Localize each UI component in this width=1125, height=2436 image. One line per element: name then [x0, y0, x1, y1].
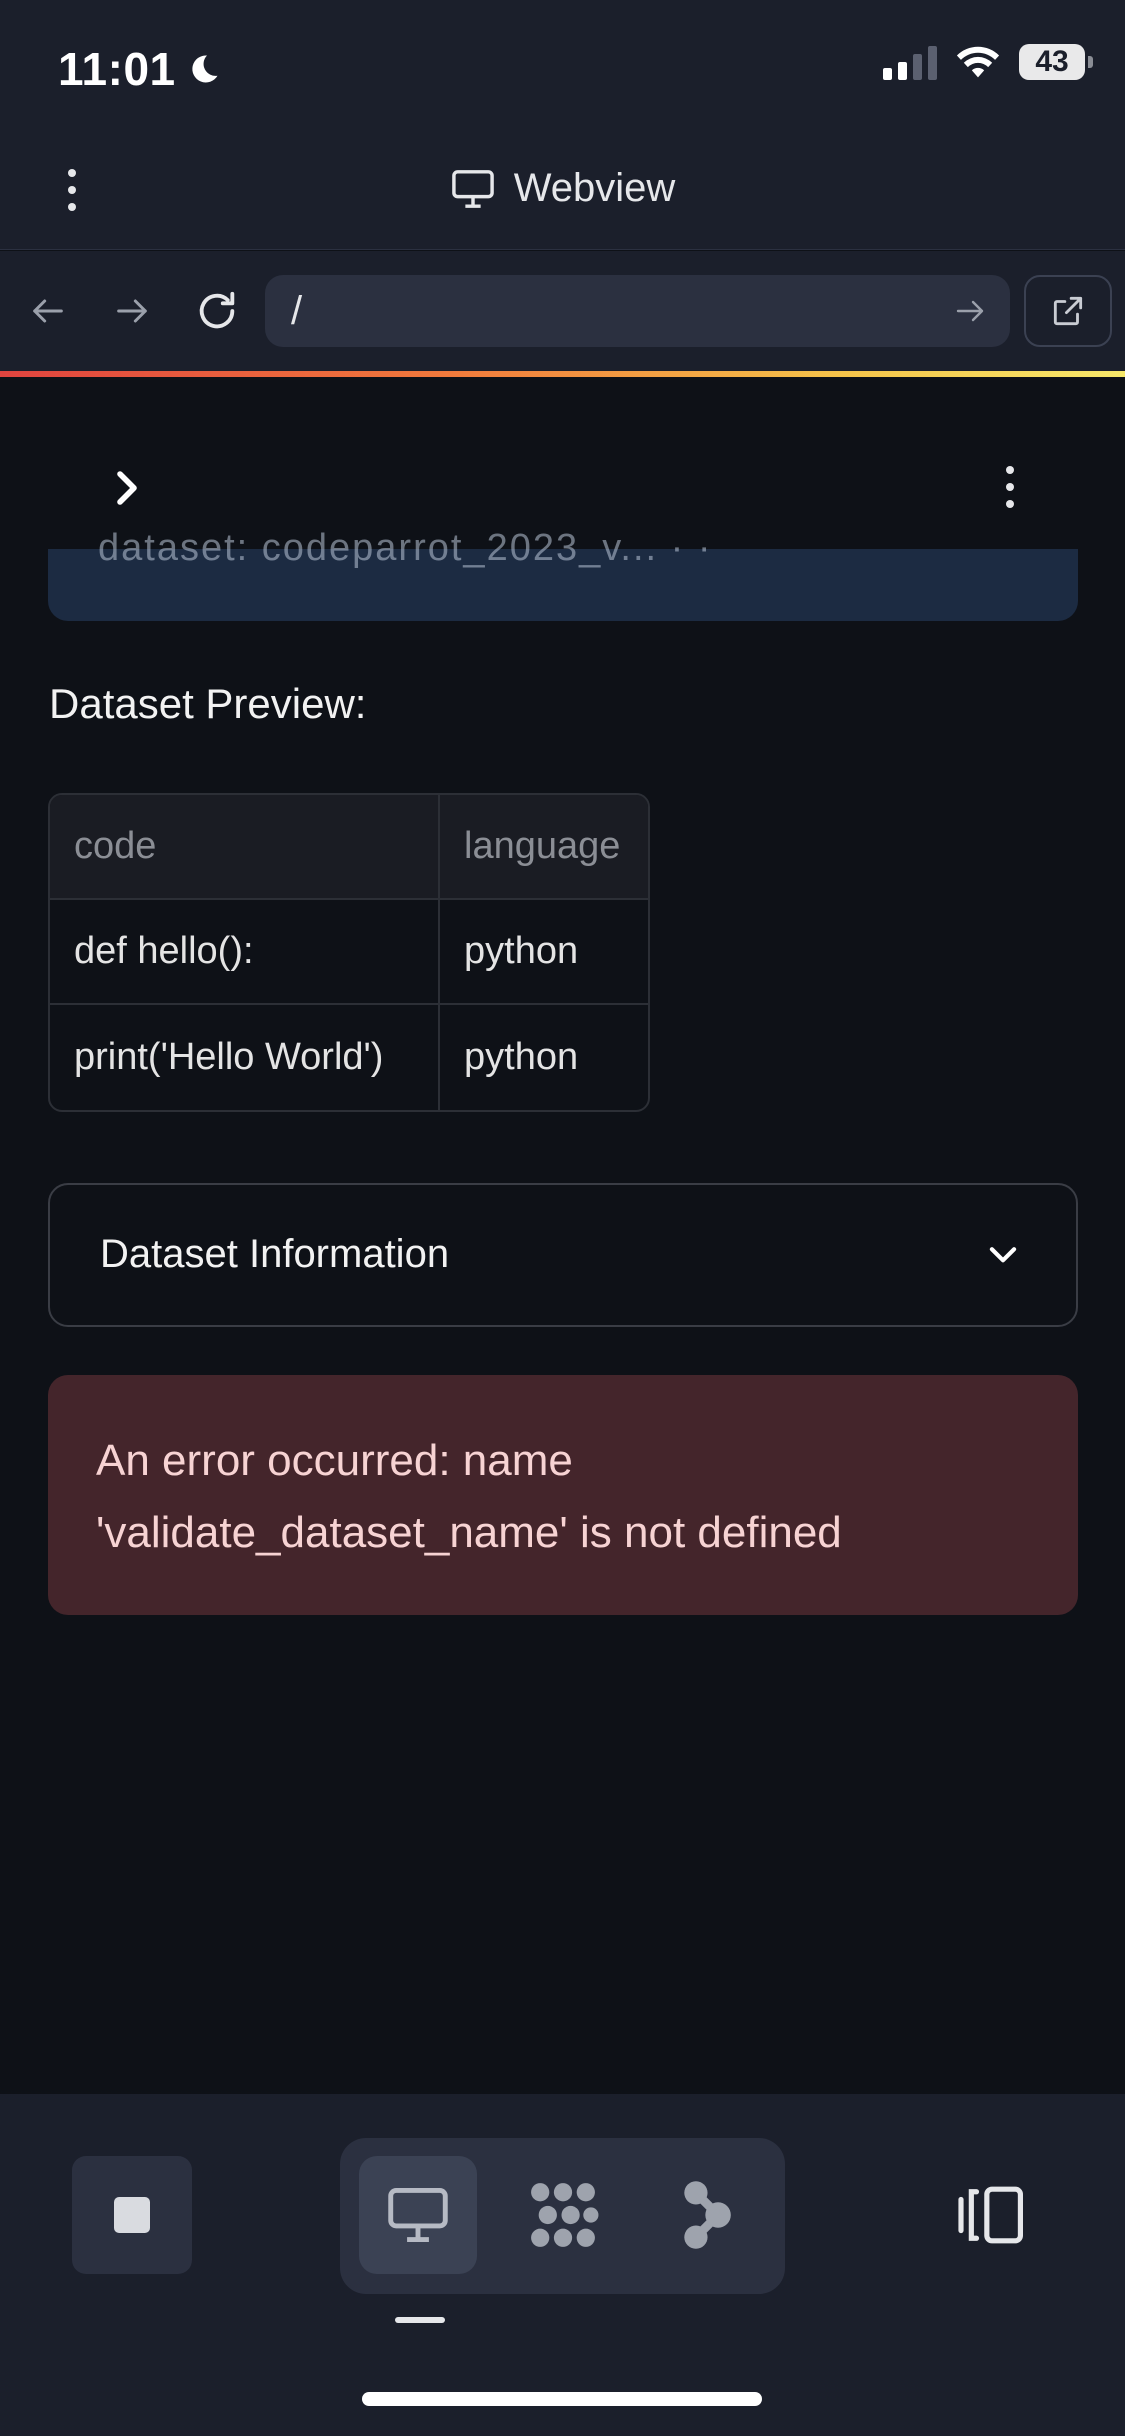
dataset-preview-label: Dataset Preview:	[49, 680, 367, 727]
url-toolbar: /	[0, 251, 1125, 371]
error-message: An error occurred: name 'validate_datase…	[96, 1436, 842, 1557]
arrow-left-icon	[33, 299, 63, 323]
grid-mode-button[interactable]	[504, 2156, 622, 2274]
table-cell[interactable]: python	[440, 1005, 648, 1110]
active-mode-indicator	[395, 2317, 445, 2323]
status-indicators: 43	[883, 44, 1093, 80]
page-menu-icon[interactable]	[990, 457, 1030, 517]
header-title: Webview	[0, 166, 1125, 211]
table-cell[interactable]: python	[440, 900, 648, 1005]
table-cell[interactable]: print('Hello World')	[50, 1005, 440, 1110]
clock-text: 11:01	[58, 43, 176, 95]
open-external-button[interactable]	[1024, 275, 1112, 347]
battery-icon: 43	[1019, 44, 1093, 80]
back-button[interactable]	[20, 283, 76, 339]
split-view-icon[interactable]	[955, 2184, 1029, 2246]
table-row: def hello(): python	[50, 900, 648, 1005]
cellular-signal-icon	[883, 44, 937, 80]
node-graph-icon	[684, 2181, 731, 2249]
external-link-icon	[1053, 296, 1083, 326]
status-bar: 11:01 43	[0, 0, 1125, 130]
code-block-text: dataset: codeparrot_2023_v... · ·	[98, 527, 713, 569]
graph-mode-button[interactable]	[648, 2156, 766, 2274]
go-arrow-icon[interactable]	[952, 293, 988, 329]
table-cell[interactable]: def hello():	[50, 900, 440, 1005]
url-text: /	[291, 289, 303, 333]
moon-icon	[191, 55, 218, 83]
reload-button[interactable]	[189, 283, 245, 339]
expander-label: Dataset Information	[100, 1232, 450, 1276]
dataset-information-expander[interactable]: Dataset Information	[48, 1183, 1078, 1327]
dataset-preview-table[interactable]: code language def hello(): python print(…	[48, 793, 650, 1112]
table-header-row: code language	[50, 795, 648, 900]
wifi-icon	[956, 46, 1000, 78]
stop-icon	[114, 2197, 150, 2233]
app-header: Webview	[0, 130, 1125, 250]
reload-icon	[199, 291, 235, 329]
forward-button[interactable]	[104, 283, 160, 339]
bottom-toolbar	[0, 2094, 1125, 2436]
error-alert: An error occurred: name 'validate_datase…	[48, 1375, 1078, 1615]
chevron-down-icon	[989, 1247, 1017, 1263]
webview-content: dataset: codeparrot_2023_v... · · Datase…	[0, 377, 1125, 2094]
status-time: 11:01	[58, 42, 222, 96]
stop-button[interactable]	[72, 2156, 192, 2274]
header-title-text: Webview	[513, 166, 676, 210]
url-input[interactable]: /	[265, 275, 1010, 347]
sidebar-expand-icon[interactable]	[106, 467, 148, 509]
monitor-icon	[451, 169, 494, 208]
table-row: print('Hello World') python	[50, 1005, 648, 1110]
view-mode-switcher	[340, 2138, 785, 2294]
column-header-code[interactable]: code	[50, 795, 440, 900]
webview-mode-button[interactable]	[359, 2156, 477, 2274]
code-block: dataset: codeparrot_2023_v... · ·	[48, 527, 1078, 621]
monitor-icon	[388, 2188, 448, 2242]
column-header-language[interactable]: language	[440, 795, 648, 900]
arrow-right-icon	[117, 299, 147, 323]
home-indicator	[362, 2392, 762, 2406]
battery-level: 43	[1035, 45, 1069, 78]
dots-grid-icon	[531, 2183, 599, 2247]
